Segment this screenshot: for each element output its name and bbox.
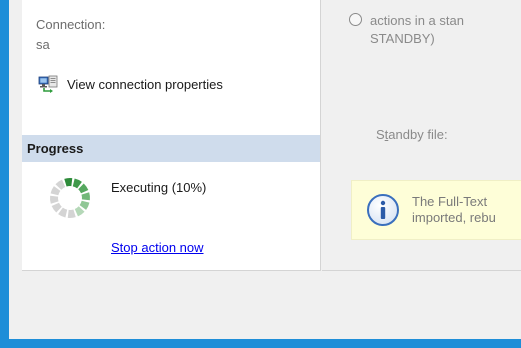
spinner-segment <box>50 195 59 204</box>
spinner-segment <box>67 209 76 218</box>
spinner-segment <box>74 206 85 217</box>
connection-properties-icon <box>38 75 58 93</box>
standby-radio-label-line1: actions in a stan <box>370 13 464 28</box>
standby-mode-radio[interactable] <box>349 13 362 26</box>
dialog-footer <box>9 272 521 339</box>
view-connection-properties-link[interactable]: View connection properties <box>38 75 223 93</box>
standby-file-label: Standby file: <box>376 127 448 142</box>
restore-options-pane: actions in a stan STANDBY) Standby file:… <box>322 0 521 271</box>
progress-spinner-icon <box>50 178 90 218</box>
spinner-segment <box>78 183 89 194</box>
standby-radio-label-line2: STANDBY) <box>370 31 435 46</box>
full-text-info-message: The Full-Text imported, rebu <box>351 180 521 240</box>
info-message-line1: The Full-Text <box>412 194 488 209</box>
info-icon <box>367 194 399 226</box>
connection-label: Connection: <box>36 17 106 32</box>
left-status-pane: Connection: sa View connection propertie… <box>22 0 321 271</box>
spinner-segment <box>55 179 66 190</box>
spinner-segment <box>51 202 62 213</box>
connection-value: sa <box>36 37 50 52</box>
progress-section-header: Progress <box>22 135 320 162</box>
execution-status: Executing (10%) <box>111 180 207 195</box>
spinner-segment <box>81 192 90 201</box>
view-connection-properties-label: View connection properties <box>67 76 223 92</box>
restore-dialog-window: Connection: sa View connection propertie… <box>9 0 521 339</box>
stop-action-link[interactable]: Stop action now <box>111 240 204 255</box>
info-message-line2: imported, rebu <box>412 210 496 225</box>
spinner-segment <box>64 178 73 187</box>
